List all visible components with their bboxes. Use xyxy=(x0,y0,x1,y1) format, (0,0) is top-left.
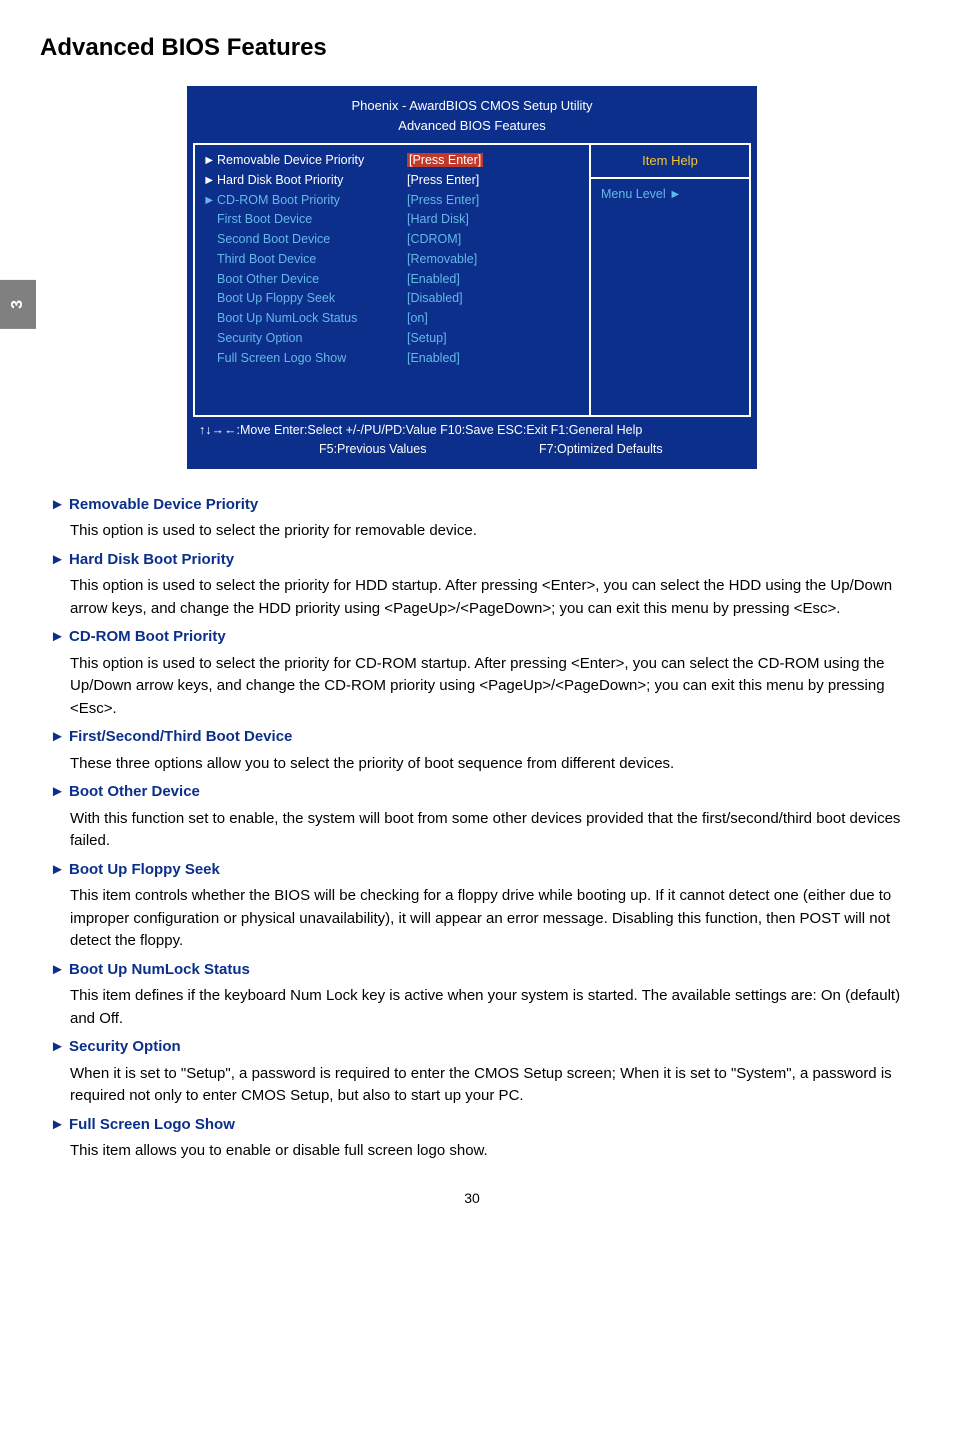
row-value: [Hard Disk] xyxy=(407,210,581,229)
bios-menu-item: Full Screen Logo Show[Enabled] xyxy=(203,349,581,368)
row-label: Full Screen Logo Show xyxy=(217,349,407,368)
row-value: [Press Enter] xyxy=(407,171,581,190)
row-label: Hard Disk Boot Priority xyxy=(217,171,407,190)
bios-menu-item: First Boot Device[Hard Disk] xyxy=(203,210,581,229)
section-body: With this function set to enable, the sy… xyxy=(50,808,904,853)
row-value: [Disabled] xyxy=(407,289,581,308)
bios-help-panel: Item Help Menu Level ► xyxy=(589,145,749,415)
row-marker xyxy=(203,289,217,308)
row-marker xyxy=(203,329,217,348)
row-value: [Enabled] xyxy=(407,349,581,368)
bios-footer-f5: F5:Previous Values xyxy=(319,440,539,459)
bios-footer-f7: F7:Optimized Defaults xyxy=(539,440,663,459)
section-heading: ► Full Screen Logo Show xyxy=(50,1114,904,1137)
section-heading: ► First/Second/Third Boot Device xyxy=(50,726,904,749)
section-heading: ► Security Option xyxy=(50,1036,904,1059)
bios-menu-item: Boot Other Device[Enabled] xyxy=(203,270,581,289)
bios-menu-list: ►Removable Device Priority[Press Enter]►… xyxy=(195,145,589,415)
section-heading: ► CD-ROM Boot Priority xyxy=(50,626,904,649)
section-body: These three options allow you to select … xyxy=(50,753,904,776)
bios-inner: ►Removable Device Priority[Press Enter]►… xyxy=(193,143,751,417)
row-label: Security Option xyxy=(217,329,407,348)
row-marker: ► xyxy=(203,151,217,170)
section-body: This option is used to select the priori… xyxy=(50,653,904,721)
page-title: Advanced BIOS Features xyxy=(40,30,904,66)
page-number: 30 xyxy=(40,1188,904,1209)
chapter-tab: 3 xyxy=(0,280,36,329)
section-body: This option is used to select the priori… xyxy=(50,520,904,543)
row-label: Boot Other Device xyxy=(217,270,407,289)
row-value: [Setup] xyxy=(407,329,581,348)
document-body: ► Removable Device Priority This option i… xyxy=(40,494,904,1163)
row-marker xyxy=(203,270,217,289)
row-value: [Enabled] xyxy=(407,270,581,289)
row-marker xyxy=(203,309,217,328)
row-marker xyxy=(203,349,217,368)
row-label: CD-ROM Boot Priority xyxy=(217,191,407,210)
menu-level-label: Menu Level ► xyxy=(591,179,749,416)
bios-title-line1: Phoenix - AwardBIOS CMOS Setup Utility xyxy=(193,96,751,116)
row-label: Boot Up NumLock Status xyxy=(217,309,407,328)
section-heading: ► Removable Device Priority xyxy=(50,494,904,517)
bios-menu-item: Security Option[Setup] xyxy=(203,329,581,348)
bios-menu-item: ►Hard Disk Boot Priority[Press Enter] xyxy=(203,171,581,190)
row-value: [Press Enter] xyxy=(407,151,581,170)
row-label: Second Boot Device xyxy=(217,230,407,249)
section-heading: ► Boot Other Device xyxy=(50,781,904,804)
bios-screenshot: Phoenix - AwardBIOS CMOS Setup Utility A… xyxy=(187,86,757,469)
row-label: First Boot Device xyxy=(217,210,407,229)
row-marker xyxy=(203,230,217,249)
row-value: [Press Enter] xyxy=(407,191,581,210)
section-heading: ► Hard Disk Boot Priority xyxy=(50,549,904,572)
section-heading: ► Boot Up Floppy Seek xyxy=(50,859,904,882)
bios-title-line2: Advanced BIOS Features xyxy=(193,116,751,136)
row-label: Boot Up Floppy Seek xyxy=(217,289,407,308)
bios-menu-item: Third Boot Device[Removable] xyxy=(203,250,581,269)
bios-menu-item: ►Removable Device Priority[Press Enter] xyxy=(203,151,581,170)
row-marker xyxy=(203,250,217,269)
row-marker xyxy=(203,210,217,229)
bios-menu-item: Boot Up NumLock Status[on] xyxy=(203,309,581,328)
bios-footer-line1: ↑↓→←:Move Enter:Select +/-/PU/PD:Value F… xyxy=(199,421,745,440)
bios-menu-item: ►CD-ROM Boot Priority[Press Enter] xyxy=(203,191,581,210)
row-marker: ► xyxy=(203,171,217,190)
row-label: Removable Device Priority xyxy=(217,151,407,170)
row-value: [Removable] xyxy=(407,250,581,269)
section-body: This option is used to select the priori… xyxy=(50,575,904,620)
bios-footer: ↑↓→←:Move Enter:Select +/-/PU/PD:Value F… xyxy=(193,417,751,463)
section-body: This item allows you to enable or disabl… xyxy=(50,1140,904,1163)
section-body: This item defines if the keyboard Num Lo… xyxy=(50,985,904,1030)
row-marker: ► xyxy=(203,191,217,210)
row-value: [CDROM] xyxy=(407,230,581,249)
section-body: When it is set to "Setup", a password is… xyxy=(50,1063,904,1108)
section-heading: ► Boot Up NumLock Status xyxy=(50,959,904,982)
bios-header: Phoenix - AwardBIOS CMOS Setup Utility A… xyxy=(193,92,751,143)
bios-menu-item: Second Boot Device[CDROM] xyxy=(203,230,581,249)
item-help-label: Item Help xyxy=(591,145,749,179)
bios-menu-item: Boot Up Floppy Seek[Disabled] xyxy=(203,289,581,308)
row-value: [on] xyxy=(407,309,581,328)
row-label: Third Boot Device xyxy=(217,250,407,269)
section-body: This item controls whether the BIOS will… xyxy=(50,885,904,953)
